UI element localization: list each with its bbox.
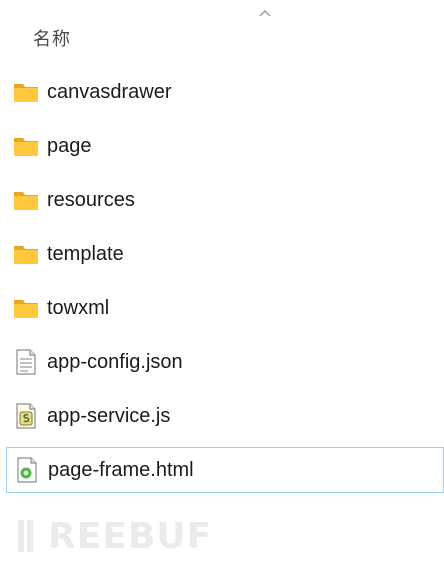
- folder-icon: [14, 246, 38, 264]
- folder-icon: [14, 192, 38, 210]
- text-file-icon: [16, 349, 36, 375]
- list-item[interactable]: app-service.js: [6, 393, 444, 439]
- list-item[interactable]: app-config.json: [6, 339, 444, 385]
- item-name: app-service.js: [47, 404, 171, 427]
- list-item[interactable]: template: [6, 231, 444, 277]
- chevron-up-icon[interactable]: [258, 8, 272, 18]
- item-name: template: [47, 242, 124, 265]
- item-name: canvasdrawer: [47, 80, 172, 103]
- watermark: REEBUF: [18, 516, 258, 557]
- list-item[interactable]: page: [6, 123, 444, 169]
- item-name: page-frame.html: [48, 458, 194, 481]
- freebuf-logo: [18, 520, 33, 552]
- item-name: towxml: [47, 296, 110, 319]
- column-header: 名称: [0, 0, 444, 64]
- item-name: page: [47, 134, 92, 157]
- list-item[interactable]: towxml: [6, 285, 444, 331]
- item-name: resources: [47, 188, 135, 211]
- script-file-icon: [16, 403, 36, 429]
- item-name: app-config.json: [47, 350, 183, 373]
- list-item[interactable]: resources: [6, 177, 444, 223]
- html-file-icon: [17, 457, 37, 483]
- folder-icon: [14, 138, 38, 156]
- column-name-header[interactable]: 名称: [33, 25, 71, 51]
- watermark-text: REEBUF: [48, 516, 213, 557]
- folder-icon: [14, 300, 38, 318]
- list-item[interactable]: canvasdrawer: [6, 69, 444, 115]
- folder-icon: [14, 84, 38, 102]
- list-item-selected[interactable]: page-frame.html: [6, 447, 444, 493]
